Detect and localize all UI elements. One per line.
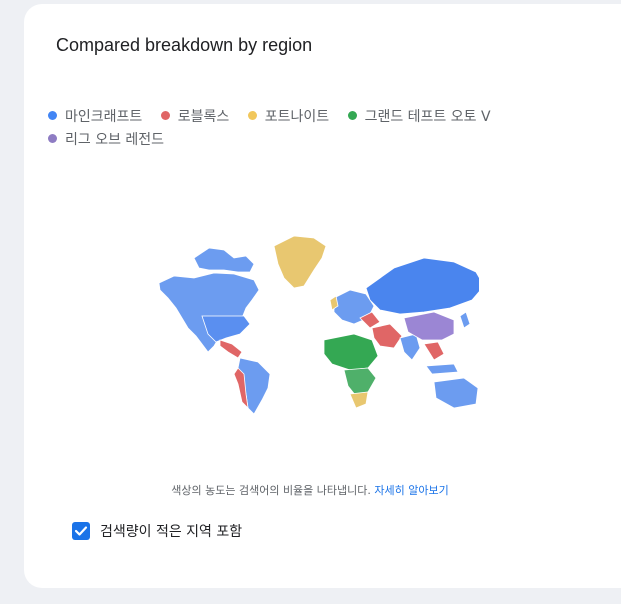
- region-middle-east[interactable]: [371, 323, 403, 349]
- learn-more-link[interactable]: 자세히 알아보기: [374, 484, 448, 497]
- region-north-africa[interactable]: [323, 333, 379, 371]
- region-indonesia[interactable]: [425, 363, 459, 375]
- legend-item-lol[interactable]: 리그 오브 레전드: [48, 129, 164, 152]
- region-greenland[interactable]: [273, 235, 327, 289]
- region-russia[interactable]: [365, 257, 479, 315]
- legend-dot-icon: [347, 111, 357, 120]
- include-low-volume-checkbox[interactable]: [72, 522, 90, 540]
- legend-item-gta5[interactable]: 그랜드 테프트 오토 V: [347, 106, 491, 129]
- legend-dot-icon: [48, 134, 57, 143]
- include-low-volume-row[interactable]: 검색량이 적은 지역 포함: [72, 521, 242, 541]
- legend-label: 마인크래프트: [65, 109, 143, 125]
- include-low-volume-label: 검색량이 적은 지역 포함: [100, 524, 243, 540]
- legend-item-roblox[interactable]: 로블록스: [160, 106, 230, 129]
- world-map[interactable]: [154, 228, 479, 418]
- region-north-america[interactable]: [158, 272, 260, 353]
- legend-label: 포트나이트: [264, 109, 330, 125]
- note-text: 색상의 농도는 검색어의 비율을 나타냅니다.: [171, 484, 371, 497]
- region-southeast-asia[interactable]: [423, 341, 445, 361]
- region-india[interactable]: [399, 333, 421, 361]
- region-breakdown-card: Compared breakdown by region 마인크래프트 로블록스…: [24, 4, 621, 588]
- card-title: Compared breakdown by region: [56, 35, 313, 55]
- legend-item-minecraft[interactable]: 마인크래프트: [48, 106, 142, 129]
- region-central-africa[interactable]: [343, 367, 377, 397]
- legend-dot-icon: [48, 111, 57, 120]
- region-southern-africa[interactable]: [349, 391, 369, 409]
- legend: 마인크래프트 로블록스 포트나이트 그랜드 테프트 오토 V 리그 오브 레전드: [48, 106, 608, 152]
- region-australia[interactable]: [433, 377, 479, 409]
- region-central-america[interactable]: [219, 339, 243, 359]
- legend-label: 그랜드 테프트 오토 V: [364, 109, 491, 125]
- legend-label: 리그 오브 레전드: [65, 132, 165, 148]
- legend-dot-icon: [160, 111, 170, 120]
- region-canada-north[interactable]: [193, 247, 255, 273]
- legend-item-fortnite[interactable]: 포트나이트: [247, 106, 330, 129]
- color-intensity-note: 색상의 농도는 검색어의 비율을 나타냅니다. 자세히 알아보기: [24, 482, 596, 498]
- legend-dot-icon: [247, 111, 257, 120]
- legend-label: 로블록스: [177, 109, 230, 125]
- region-japan[interactable]: [459, 311, 471, 329]
- check-icon: [74, 526, 88, 536]
